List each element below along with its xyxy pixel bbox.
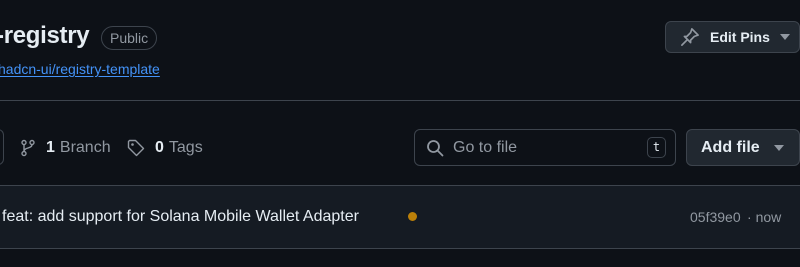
keyboard-shortcut-hint: t xyxy=(647,137,666,158)
chevron-down-icon xyxy=(773,144,784,151)
tags-link[interactable]: 0 Tags xyxy=(127,137,203,159)
commit-separator: · xyxy=(747,209,752,225)
edit-pins-button[interactable]: Edit Pins xyxy=(665,21,800,53)
tag-count: 0 xyxy=(155,139,164,156)
git-branch-icon xyxy=(21,139,35,157)
header-divider xyxy=(0,100,800,101)
commit-message[interactable]: feat: add support for Solana Mobile Wall… xyxy=(2,208,359,226)
template-link[interactable]: hadcn-ui/registry-template xyxy=(0,61,160,77)
branch-selector-edge[interactable] xyxy=(0,129,4,165)
go-to-file-placeholder: Go to file xyxy=(453,138,518,156)
commit-bottom-divider xyxy=(0,248,800,249)
commit-time: · now xyxy=(747,209,781,225)
tag-icon xyxy=(127,139,145,157)
commit-time-value: now xyxy=(755,209,782,225)
visibility-badge: Public xyxy=(101,26,158,50)
branches-link[interactable]: 1 Branch xyxy=(20,137,111,159)
pin-icon xyxy=(681,28,699,46)
add-file-label: Add file xyxy=(701,138,760,156)
add-file-button[interactable]: Add file xyxy=(686,129,800,166)
branch-count: 1 xyxy=(46,139,55,156)
commit-status-dot[interactable] xyxy=(408,212,417,221)
go-to-file-input[interactable]: Go to file t xyxy=(414,129,676,166)
tag-label: Tags xyxy=(168,139,203,156)
commit-hash[interactable]: 05f39e0 xyxy=(690,209,741,225)
chevron-down-icon xyxy=(779,34,790,40)
search-icon xyxy=(427,139,444,156)
repo-title[interactable]: -registry xyxy=(0,22,90,50)
branch-label: Branch xyxy=(59,139,111,156)
edit-pins-label: Edit Pins xyxy=(710,29,770,45)
